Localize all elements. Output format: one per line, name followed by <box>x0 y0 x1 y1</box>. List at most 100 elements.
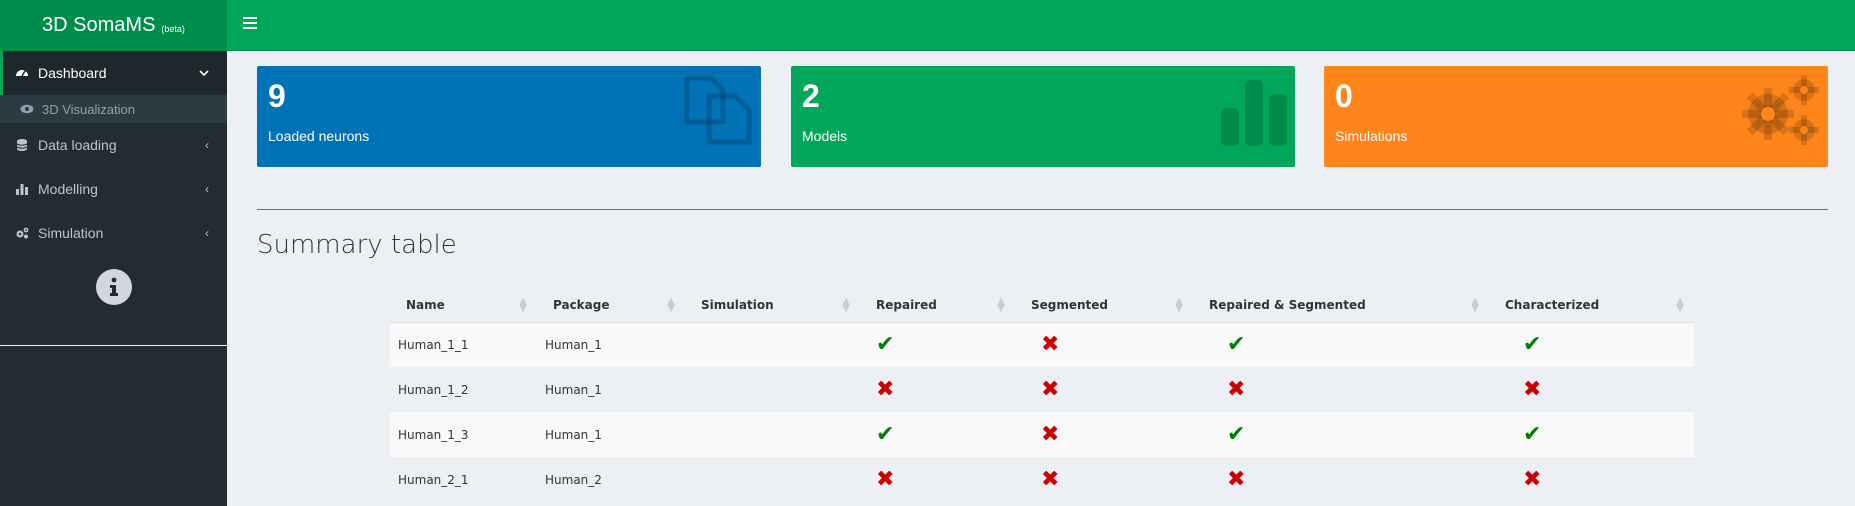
cross-icon: ✖ <box>1523 467 1542 492</box>
chevron-left-icon: ‹ <box>205 182 209 196</box>
sort-icon: ▲ ▼ <box>667 295 675 314</box>
cell-simulation <box>685 457 860 502</box>
cell-segmented: ✖ <box>1015 412 1193 457</box>
models-label: Models <box>802 128 848 144</box>
cogs-icon <box>1742 75 1819 145</box>
check-icon: ✔ <box>876 332 895 358</box>
cross-icon: ✖ <box>1041 467 1060 492</box>
cross-icon: ✖ <box>1227 467 1246 492</box>
cell-package: Human_1 <box>537 367 685 412</box>
summary-table-title: Summary table <box>257 230 457 260</box>
app-name: 3D SomaMS <box>42 14 156 36</box>
models-box[interactable]: 2 Models <box>791 66 1295 167</box>
sidebar-item-dashboard[interactable]: Dashboard <box>0 51 227 95</box>
chevron-left-icon: ‹ <box>205 226 209 240</box>
check-icon: ✔ <box>1523 422 1542 447</box>
summary-table: Name ▲ ▼ Package ▲ ▼ Simulation ▲ ▼ Repaired ▲ ▼… <box>390 288 1694 502</box>
eye-icon <box>20 104 34 114</box>
sidebar-item-data-loading[interactable]: Data loading ‹ <box>0 123 227 167</box>
chevron-left-icon: ‹ <box>205 138 209 152</box>
cell-name: Human_1_1 <box>390 322 537 367</box>
sidebar: Dashboard 3D Visualization Data loading … <box>0 51 227 506</box>
column-header-characterized[interactable]: Characterized ▲ ▼ <box>1489 288 1694 323</box>
cell-name: Human_1_3 <box>390 412 537 457</box>
cell-package: Human_1 <box>537 412 685 457</box>
cell-repaired-segmented: ✖ <box>1193 367 1489 412</box>
cell-characterized: ✔ <box>1489 412 1694 457</box>
cell-package: Human_1 <box>537 322 685 367</box>
column-header-segmented[interactable]: Segmented ▲ ▼ <box>1015 288 1193 323</box>
loaded-neurons-label: Loaded neurons <box>268 128 370 144</box>
check-icon: ✔ <box>1523 332 1542 358</box>
sidebar-item-label: Dashboard <box>38 65 107 81</box>
cell-name: Human_2_1 <box>390 457 537 502</box>
info-icon[interactable] <box>95 269 132 305</box>
cross-icon: ✖ <box>1227 377 1246 402</box>
table-header-row: Name ▲ ▼ Package ▲ ▼ Simulation ▲ ▼ Repaired ▲ ▼… <box>390 288 1694 323</box>
loaded-neurons-box[interactable]: 9 Loaded neurons <box>257 66 761 167</box>
table-row[interactable]: Human_1_2 Human_1 ✖ ✖ ✖ ✖ <box>390 367 1694 412</box>
chevron-down-icon <box>199 66 209 80</box>
sort-icon: ▲ ▼ <box>1471 295 1479 314</box>
table-row[interactable]: Human_2_1 Human_2 ✖ ✖ ✖ ✖ <box>390 457 1694 502</box>
sidebar-item-label: 3D Visualization <box>42 101 135 117</box>
cell-characterized: ✖ <box>1489 457 1694 502</box>
cross-icon: ✖ <box>1041 377 1060 402</box>
column-header-simulation[interactable]: Simulation ▲ ▼ <box>685 288 860 323</box>
sidebar-item-simulation[interactable]: Simulation ‹ <box>0 211 227 255</box>
cross-icon: ✖ <box>876 467 895 492</box>
cross-icon: ✖ <box>1041 422 1060 447</box>
table-row[interactable]: Human_1_1 Human_1 ✔ ✖ ✔ ✔ <box>390 322 1694 367</box>
cell-name: Human_1_2 <box>390 367 537 412</box>
cross-icon: ✖ <box>1523 377 1542 402</box>
cell-simulation <box>685 412 860 457</box>
cell-repaired: ✔ <box>860 322 1015 367</box>
files-icon <box>684 75 752 145</box>
sort-icon: ▲ ▼ <box>519 295 527 314</box>
simulations-label: Simulations <box>1335 128 1408 144</box>
sidebar-item-label: Modelling <box>38 181 98 197</box>
cell-simulation <box>685 322 860 367</box>
table-body: Human_1_1 Human_1 ✔ ✖ ✔ ✔ Human_1_2 Human_1 ✖ ✖ ✖ ✖… <box>390 322 1694 502</box>
app-logo[interactable]: 3D SomaMS (beta) <box>0 0 227 51</box>
column-header-repaired-segmented[interactable]: Repaired & Segmented ▲ ▼ <box>1193 288 1489 323</box>
cell-characterized: ✔ <box>1489 322 1694 367</box>
column-header-repaired[interactable]: Repaired ▲ ▼ <box>860 288 1015 323</box>
sidebar-item-label: Simulation <box>38 225 104 241</box>
sidebar-item-modelling[interactable]: Modelling ‹ <box>0 167 227 211</box>
info-section <box>0 255 227 346</box>
cross-icon: ✖ <box>876 377 895 402</box>
sidebar-item-label: Data loading <box>38 137 117 153</box>
cogs-icon <box>16 227 29 239</box>
dashboard-icon <box>16 70 28 77</box>
sort-icon: ▲ ▼ <box>1676 295 1684 314</box>
top-navbar <box>227 0 1855 51</box>
cell-repaired-segmented: ✖ <box>1193 457 1489 502</box>
app-beta-tag: (beta) <box>161 23 185 34</box>
cell-simulation <box>685 367 860 412</box>
database-icon <box>16 139 28 151</box>
cross-icon: ✖ <box>1041 332 1060 358</box>
cell-repaired: ✖ <box>860 457 1015 502</box>
simulations-box[interactable]: 0 Simulations <box>1324 66 1828 167</box>
sort-icon: ▲ ▼ <box>842 295 850 314</box>
section-divider <box>257 209 1828 210</box>
models-count: 2 <box>802 78 820 114</box>
sort-icon: ▲ ▼ <box>997 295 1005 314</box>
table-row[interactable]: Human_1_3 Human_1 ✔ ✖ ✔ ✔ <box>390 412 1694 457</box>
bar-chart-icon <box>16 184 28 195</box>
cell-repaired: ✔ <box>860 412 1015 457</box>
sidebar-item-3d-visualization[interactable]: 3D Visualization <box>0 95 227 123</box>
cell-segmented: ✖ <box>1015 457 1193 502</box>
column-header-package[interactable]: Package ▲ ▼ <box>537 288 685 323</box>
check-icon: ✔ <box>876 422 895 447</box>
loaded-neurons-count: 9 <box>268 78 286 114</box>
bar-chart-icon <box>1221 80 1287 146</box>
sort-icon: ▲ ▼ <box>1175 295 1183 314</box>
column-header-name[interactable]: Name ▲ ▼ <box>390 288 537 323</box>
cell-characterized: ✖ <box>1489 367 1694 412</box>
cell-segmented: ✖ <box>1015 367 1193 412</box>
sidebar-toggle-icon[interactable] <box>243 17 257 29</box>
simulations-count: 0 <box>1335 78 1353 114</box>
cell-repaired: ✖ <box>860 367 1015 412</box>
